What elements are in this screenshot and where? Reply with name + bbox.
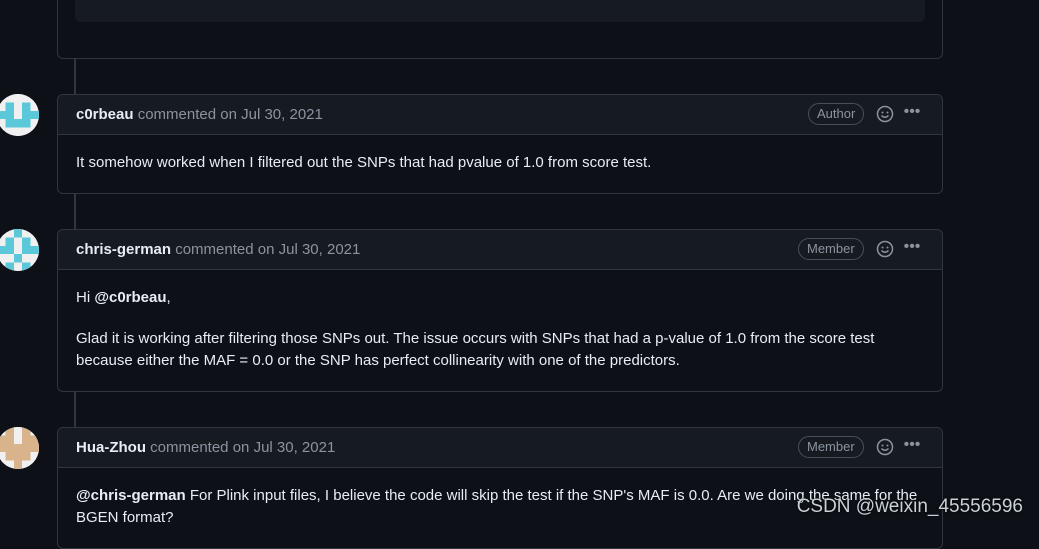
code-block: } bbox=[75, 0, 925, 22]
role-badge: Member bbox=[798, 238, 864, 260]
comment-action: commented on bbox=[175, 241, 275, 258]
greeting-punctuation: , bbox=[166, 289, 171, 306]
more-options-icon[interactable]: ••• bbox=[902, 437, 922, 456]
comment-header: chris-german commented on Jul 30, 2021 M… bbox=[58, 230, 942, 270]
comment-date[interactable]: Jul 30, 2021 bbox=[279, 241, 361, 258]
timeline-line bbox=[74, 57, 76, 94]
comment-text-content: For Plink input files, I believe the cod… bbox=[76, 487, 918, 526]
comment-text: It somehow worked when I filtered out th… bbox=[76, 154, 652, 171]
comment-action: commented on bbox=[150, 439, 250, 456]
comment-body: Hi @c0rbeau, Glad it is working after fi… bbox=[58, 270, 942, 372]
role-badge: Member bbox=[798, 436, 864, 458]
comment-header: Hua-Zhou commented on Jul 30, 2021 Membe… bbox=[58, 428, 942, 468]
greeting-text: Hi bbox=[76, 289, 95, 306]
comment-date[interactable]: Jul 30, 2021 bbox=[254, 439, 336, 456]
comment-author[interactable]: c0rbeau bbox=[76, 106, 134, 123]
watermark: CSDN @weixin_45556596 bbox=[796, 496, 1023, 517]
comment-header: c0rbeau commented on Jul 30, 2021 Author… bbox=[58, 95, 942, 135]
comment: chris-german commented on Jul 30, 2021 M… bbox=[57, 229, 943, 392]
comment-date[interactable]: Jul 30, 2021 bbox=[241, 106, 323, 123]
comment-body: It somehow worked when I filtered out th… bbox=[58, 135, 942, 174]
comment-greeting: Hi @c0rbeau, bbox=[76, 287, 924, 309]
timeline-line bbox=[74, 193, 76, 229]
avatar[interactable] bbox=[0, 427, 39, 469]
more-options-icon[interactable]: ••• bbox=[902, 104, 922, 123]
comment-author[interactable]: chris-german bbox=[76, 241, 171, 258]
role-badge: Author bbox=[808, 103, 865, 125]
timeline-line bbox=[74, 391, 76, 427]
avatar[interactable] bbox=[0, 94, 39, 136]
comment: Hua-Zhou commented on Jul 30, 2021 Membe… bbox=[57, 427, 943, 549]
comment-author[interactable]: Hua-Zhou bbox=[76, 439, 146, 456]
comment: c0rbeau commented on Jul 30, 2021 Author… bbox=[57, 94, 943, 194]
add-reaction-icon[interactable] bbox=[876, 105, 894, 123]
comment-text: Glad it is working after filtering those… bbox=[76, 330, 875, 369]
user-mention[interactable]: @c0rbeau bbox=[94, 289, 166, 306]
user-mention[interactable]: @chris-german bbox=[76, 487, 186, 504]
comment-action: commented on bbox=[137, 106, 237, 123]
avatar[interactable] bbox=[0, 229, 39, 271]
add-reaction-icon[interactable] bbox=[876, 240, 894, 258]
previous-comment: } bbox=[57, 0, 943, 59]
more-options-icon[interactable]: ••• bbox=[902, 239, 922, 258]
add-reaction-icon[interactable] bbox=[876, 438, 894, 456]
